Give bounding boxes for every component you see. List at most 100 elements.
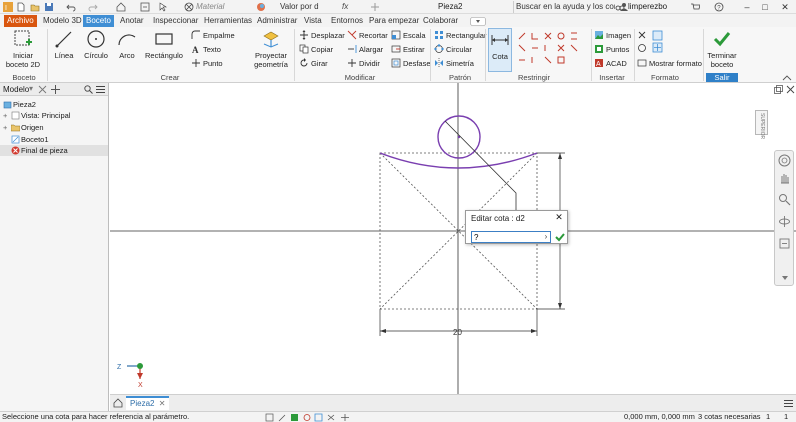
steering-wheel-icon[interactable]	[778, 154, 791, 167]
expand-plus-icon[interactable]: +	[3, 110, 7, 121]
collapse-ribbon-icon[interactable]	[782, 75, 792, 81]
acad-icon: A	[595, 59, 603, 68]
zoom-icon[interactable]	[778, 193, 791, 206]
open-file-icon[interactable]	[30, 2, 40, 12]
select-icon[interactable]	[158, 2, 168, 12]
sketch-arc[interactable]	[379, 152, 538, 169]
tree-item-sketch[interactable]: Boceto1	[0, 134, 108, 145]
close-panel-icon[interactable]	[38, 85, 47, 94]
tree-item-part[interactable]: Pieza2	[0, 99, 108, 110]
redo-icon[interactable]	[88, 2, 98, 12]
tree-item-end-of-part[interactable]: Final de pieza	[0, 145, 108, 156]
plus-icon[interactable]	[370, 2, 380, 12]
line-icon	[55, 31, 72, 48]
copy-button[interactable]: Copiar	[299, 44, 333, 56]
rotate-button[interactable]: Girar	[299, 58, 328, 70]
minimize-button[interactable]: –	[740, 0, 754, 14]
pan-hand-icon[interactable]	[778, 171, 791, 184]
split-button[interactable]: Dividir	[347, 58, 380, 70]
help-search-input[interactable]: Buscar en la ayuda y los comanc	[513, 1, 615, 13]
tab-para-empezar[interactable]: Para empezar	[366, 15, 422, 27]
points-button[interactable]: Puntos	[594, 44, 629, 56]
cart-icon[interactable]	[690, 2, 700, 12]
user-name[interactable]: limperezbo	[628, 1, 667, 13]
tabs-menu-icon[interactable]	[784, 399, 793, 408]
material-select[interactable]: Material	[196, 1, 252, 13]
tab-anotar[interactable]: Anotar	[117, 15, 147, 27]
dimension-options-arrow[interactable]: ›	[542, 232, 550, 242]
browser-tab-model[interactable]: Modelo	[3, 84, 29, 95]
sketch-drawing[interactable]: 20 X Z	[110, 83, 796, 394]
finish-sketch-button[interactable]: Terminar boceto	[706, 28, 738, 72]
maximize-button[interactable]: □	[758, 0, 772, 14]
dimension-button[interactable]: Cota	[488, 28, 512, 72]
orbit-icon[interactable]	[778, 215, 791, 228]
viewcube[interactable]: SUPERIOR	[755, 110, 768, 139]
move-button[interactable]: Desplazar	[299, 30, 345, 42]
look-at-icon[interactable]	[778, 237, 791, 250]
tab-inspeccionar[interactable]: Inspeccionar	[150, 15, 201, 27]
expand-plus-icon[interactable]: +	[3, 122, 7, 133]
home-icon[interactable]	[116, 2, 126, 12]
home-icon[interactable]	[113, 398, 123, 408]
inventor-logo-icon[interactable]: I	[3, 2, 13, 12]
navbar-options-icon[interactable]	[782, 275, 788, 281]
stretch-button[interactable]: Estirar	[391, 44, 425, 56]
circle-button[interactable]: Círculo	[82, 28, 110, 72]
browser-tab-dropdown[interactable]: ▾	[29, 83, 33, 95]
trim-button[interactable]: Recortar	[347, 30, 388, 42]
rectangle-button[interactable]: Rectángulo	[144, 28, 184, 72]
rectangular-pattern-button[interactable]: Rectangular	[434, 30, 486, 42]
sketch-snap-toolbar-icon[interactable]	[265, 413, 353, 422]
constraints-grid-icon[interactable]	[516, 30, 586, 70]
extend-button[interactable]: Alargar	[347, 44, 383, 56]
tree-item-view[interactable]: + Vista: Principal	[0, 110, 108, 121]
accept-check-icon[interactable]	[554, 231, 566, 243]
new-file-icon[interactable]	[16, 2, 26, 12]
tab-vista[interactable]: Vista	[301, 15, 325, 27]
show-format-button[interactable]: Mostrar formato	[637, 58, 702, 70]
dialog-close-button[interactable]: ✕	[554, 212, 564, 223]
format-tools-icon[interactable]	[637, 30, 667, 54]
circular-pattern-button[interactable]: Circular	[434, 44, 472, 56]
fillet-button[interactable]: Empalme	[191, 30, 235, 42]
search-icon[interactable]	[84, 85, 93, 94]
acad-button[interactable]: A ACAD	[594, 58, 627, 70]
mirror-button[interactable]: Simetría	[434, 58, 474, 70]
arc-button[interactable]: Arco	[114, 28, 140, 72]
line-button[interactable]: Línea	[50, 28, 78, 72]
save-icon[interactable]	[44, 2, 54, 12]
image-button[interactable]: Imagen	[594, 30, 631, 42]
tab-boceto[interactable]: Boceto	[83, 15, 114, 27]
tab-entornos[interactable]: Entornos	[328, 15, 366, 27]
graphics-window[interactable]: 20 X Z SUPERIOR	[110, 83, 796, 394]
close-view-icon[interactable]	[786, 85, 795, 94]
point-button[interactable]: Punto	[191, 58, 223, 70]
menu-icon[interactable]	[96, 85, 105, 94]
start-2d-sketch-button[interactable]: Iniciar boceto 2D	[4, 28, 42, 72]
help-icon[interactable]: ?	[714, 2, 724, 12]
tab-pieza2[interactable]: Pieza2 ✕	[126, 396, 170, 410]
project-geometry-button[interactable]: Proyectar geometría	[250, 28, 292, 72]
tab-modelo-3d[interactable]: Modelo 3D	[40, 15, 85, 27]
ribbon-options-icon[interactable]	[470, 17, 486, 26]
close-tab-icon[interactable]: ✕	[159, 399, 166, 408]
update-icon[interactable]	[140, 2, 150, 12]
tab-herramientas[interactable]: Herramientas	[201, 15, 255, 27]
tab-colaborar[interactable]: Colaborar	[420, 15, 461, 27]
offset-button[interactable]: Desfase	[391, 58, 431, 70]
appearance-select[interactable]: Valor por d	[280, 1, 332, 13]
text-button[interactable]: A Texto	[191, 44, 221, 56]
fx-button[interactable]: fx	[342, 1, 348, 13]
tab-archivo[interactable]: Archivo	[4, 15, 37, 27]
tab-administrar[interactable]: Administrar	[254, 15, 300, 27]
dimension-value-input[interactable]	[471, 231, 551, 243]
dimension-value-text[interactable]: 20	[453, 328, 462, 337]
tree-item-origin[interactable]: + Origen	[0, 122, 108, 133]
close-window-button[interactable]: ✕	[778, 0, 792, 14]
scale-button[interactable]: Escala	[391, 30, 426, 42]
copy-label: Copiar	[311, 45, 334, 54]
restore-view-icon[interactable]	[774, 85, 783, 94]
undo-icon[interactable]	[66, 2, 76, 12]
add-tab-icon[interactable]	[51, 85, 60, 94]
